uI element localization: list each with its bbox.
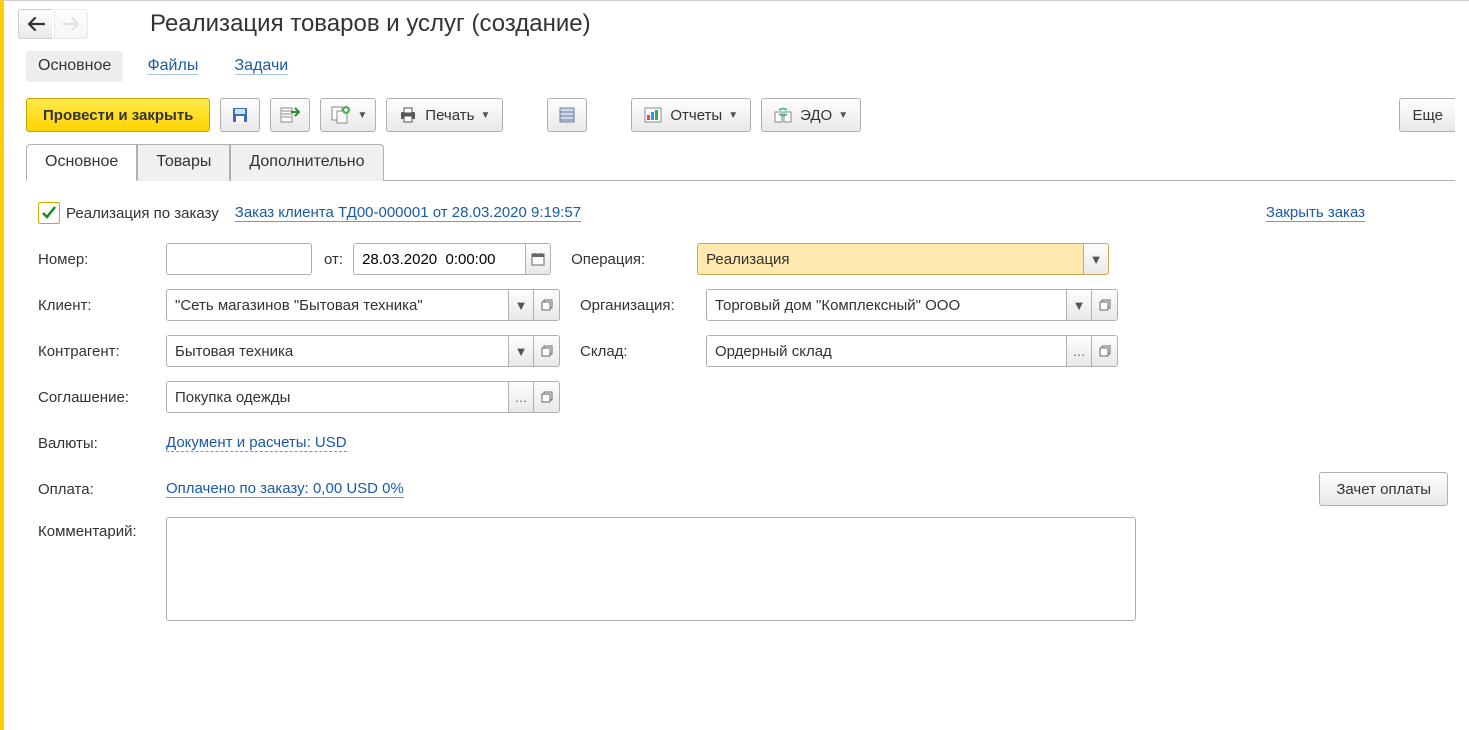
arrow-left-icon: [27, 17, 45, 31]
chevron-down-icon: ▼: [728, 110, 738, 121]
form-tabs: Основное Товары Дополнительно: [26, 144, 1455, 181]
chevron-down-icon: ▼: [838, 110, 848, 121]
top-nav-files-link[interactable]: Файлы: [147, 57, 198, 75]
comment-input[interactable]: [166, 517, 1136, 621]
chevron-down-icon: ▼: [515, 298, 528, 313]
number-label: Номер:: [38, 251, 166, 268]
save-button[interactable]: [220, 98, 260, 132]
nav-back-button[interactable]: [18, 9, 52, 39]
list-icon: [559, 107, 575, 123]
chart-icon: [644, 107, 662, 123]
edo-label: ЭДО: [800, 107, 832, 124]
reports-button[interactable]: Отчеты ▼: [631, 98, 751, 132]
open-icon: [541, 345, 553, 357]
agreement-select-button[interactable]: …: [508, 381, 534, 413]
client-input[interactable]: "Сеть магазинов "Бытовая техника": [166, 289, 508, 321]
warehouse-open-button[interactable]: [1092, 335, 1118, 367]
tab-additional[interactable]: Дополнительно: [230, 144, 383, 181]
open-icon: [1099, 299, 1111, 311]
ellipsis-icon: …: [1073, 344, 1086, 359]
print-label: Печать: [425, 107, 474, 124]
counterparty-label: Контрагент:: [38, 343, 166, 360]
open-icon: [1099, 345, 1111, 357]
payment-link[interactable]: Оплачено по заказу: 0,00 USD 0%: [166, 480, 404, 498]
number-input[interactable]: [166, 243, 312, 275]
by-order-label: Реализация по заказу: [66, 205, 219, 222]
operation-label: Операция:: [571, 251, 697, 268]
comment-label: Комментарий:: [38, 517, 166, 540]
from-label: от:: [324, 251, 343, 268]
operation-dropdown-button[interactable]: ▼: [1083, 243, 1109, 275]
open-icon: [541, 299, 553, 311]
top-nav: Основное Файлы Задачи: [4, 47, 1469, 92]
edo-icon: [774, 107, 792, 123]
chevron-down-icon: ▼: [515, 344, 528, 359]
post-icon: [280, 106, 300, 124]
org-open-button[interactable]: [1092, 289, 1118, 321]
org-dropdown-button[interactable]: ▼: [1066, 289, 1092, 321]
registers-button[interactable]: [547, 98, 587, 132]
client-open-button[interactable]: [534, 289, 560, 321]
date-picker-button[interactable]: [525, 243, 551, 275]
nav-forward-button[interactable]: [54, 9, 88, 39]
counterparty-input[interactable]: Бытовая техника: [166, 335, 508, 367]
operation-input[interactable]: Реализация: [697, 243, 1083, 275]
client-label: Клиент:: [38, 297, 166, 314]
agreement-input[interactable]: Покупка одежды: [166, 381, 508, 413]
top-nav-main[interactable]: Основное: [26, 51, 123, 82]
post-and-close-button[interactable]: Провести и закрыть: [26, 98, 210, 132]
currency-link[interactable]: Документ и расчеты: USD: [166, 434, 347, 452]
by-order-checkbox[interactable]: [38, 202, 60, 224]
counterparty-dropdown-button[interactable]: ▼: [508, 335, 534, 367]
currency-label: Валюты:: [38, 435, 166, 452]
ellipsis-icon: …: [515, 390, 528, 405]
edo-button[interactable]: ЭДО ▼: [761, 98, 861, 132]
warehouse-input[interactable]: Ордерный склад: [706, 335, 1066, 367]
agreement-open-button[interactable]: [534, 381, 560, 413]
printer-icon: [399, 107, 417, 123]
top-nav-files[interactable]: Файлы: [135, 51, 210, 82]
reports-label: Отчеты: [670, 107, 722, 124]
more-button[interactable]: Еще: [1399, 98, 1455, 132]
arrow-right-icon: [62, 17, 80, 31]
top-nav-tasks[interactable]: Задачи: [223, 51, 301, 82]
payment-offset-button[interactable]: Зачет оплаты: [1319, 472, 1448, 506]
org-label: Организация:: [580, 297, 706, 314]
order-link[interactable]: Заказ клиента ТД00-000001 от 28.03.2020 …: [235, 204, 581, 222]
warehouse-label: Склад:: [580, 343, 706, 360]
payment-label: Оплата:: [38, 481, 166, 498]
date-input[interactable]: [353, 243, 525, 275]
open-icon: [541, 391, 553, 403]
tab-main[interactable]: Основное: [26, 144, 137, 181]
create-based-on-button[interactable]: ▼: [320, 98, 376, 132]
toolbar: Провести и закрыть ▼ Печать ▼: [4, 92, 1469, 144]
org-input[interactable]: Торговый дом "Комплексный" ООО: [706, 289, 1066, 321]
calendar-icon: [531, 252, 545, 266]
client-dropdown-button[interactable]: ▼: [508, 289, 534, 321]
tab-goods[interactable]: Товары: [137, 144, 230, 181]
chevron-down-icon: ▼: [357, 110, 367, 121]
warehouse-select-button[interactable]: …: [1066, 335, 1092, 367]
chevron-down-icon: ▼: [1073, 298, 1086, 313]
page-title: Реализация товаров и услуг (создание): [150, 10, 591, 38]
close-order-link[interactable]: Закрыть заказ: [1266, 204, 1365, 222]
chevron-down-icon: ▼: [1090, 252, 1103, 267]
chevron-down-icon: ▼: [480, 110, 490, 121]
save-icon: [231, 106, 249, 124]
top-nav-tasks-link[interactable]: Задачи: [235, 57, 289, 75]
counterparty-open-button[interactable]: [534, 335, 560, 367]
create-based-on-icon: [331, 106, 351, 124]
agreement-label: Соглашение:: [38, 389, 166, 406]
post-button[interactable]: [270, 98, 310, 132]
print-button[interactable]: Печать ▼: [386, 98, 503, 132]
